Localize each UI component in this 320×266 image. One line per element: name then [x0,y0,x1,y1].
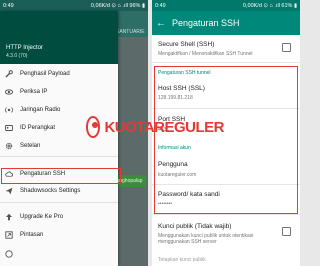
app-tab[interactable]: SANTUARIE [116,29,145,35]
highlight-box [154,66,298,214]
drawer-item-penghasil-payload[interactable]: Penghasil Payload [0,67,118,81]
info-icon [5,250,13,258]
drawer-item-label: Jaringan Radio [20,107,61,113]
drawer-item-id-perangkat[interactable]: ID Perangkat [0,121,118,135]
drawer-item-label: Periksa IP [20,89,48,95]
secure-shell-title: Secure Shell (SSH) [158,41,215,48]
drawer-item-label: Upgrade Ke Pro [20,214,64,220]
app-version: 4.3.0 (70) [6,53,28,59]
drawer-item-setelan[interactable]: Setelan [0,139,118,153]
drawer-item-pintasan[interactable]: Pintasan [0,228,118,242]
back-arrow-icon[interactable]: ← [156,18,168,29]
id-card-icon [5,124,13,132]
drawer-header: HTTP Injector 4.3.0 (70) [0,11,118,64]
secure-shell-checkbox[interactable] [282,43,291,52]
highlight-box [1,168,121,184]
drawer-item-shadowsocks-settings[interactable]: Shadowsocks Settings [0,184,118,198]
drawer-item-periksa-ip[interactable]: Periksa IP [0,85,118,99]
drawer-item-label: Penghasil Payload [20,71,70,77]
divider [152,214,300,215]
radio-icon [5,106,13,114]
toolbar: ← Pengaturan SSH [152,11,300,35]
wrench-icon [5,70,13,78]
public-key-subtitle: Menggunakan kunci publik untuk otentikas… [158,233,254,245]
shortcut-icon [5,231,13,239]
divider [0,156,118,157]
drawer-item-label: ID Perangkat [20,125,56,131]
status-info: 0,00K/d ⊙ ⌂ .ıll 61% ▮ [242,2,297,9]
drawer-item-label: Pintasan [20,232,44,238]
gear-icon [5,142,13,150]
status-bar: 0:49 0,00K/d ⊙ ⌂ .ıll 61% ▮ [152,0,300,11]
secure-shell-subtitle: Mengaktifkan / Menonaktifkan SSH Tunnel [158,51,253,57]
navigation-drawer: HTTP Injector 4.3.0 (70) Penghasil Paylo… [0,11,118,266]
drawer-item-label: Shadowsocks Settings [20,188,81,194]
drawer-item-label: Setelan [20,143,41,149]
public-key-title: Kunci publik (Tidak wajib) [158,223,232,230]
status-time: 0:49 [3,2,14,9]
divider [152,62,300,63]
public-key-footer[interactable]: Tetapkan kunci publik [158,257,206,263]
app-name: HTTP Injector [6,45,43,51]
left-screenshot: 0:49 0,06K/d ⊙ ⌂ .ıll 96% ▮ SANTUARIE tr… [0,0,148,266]
drawer-item-jaringan-radio[interactable]: Jaringan Radio [0,103,118,117]
eye-icon [5,88,13,96]
status-info: 0,06K/d ⊙ ⌂ .ıll 96% ▮ [90,2,145,9]
divider [0,202,118,203]
paper-plane-icon [5,187,13,195]
drawer-item-partial[interactable] [0,247,118,261]
page-title: Pengaturan SSH [172,18,240,28]
public-key-checkbox[interactable] [282,227,291,236]
right-screenshot: 0:49 0,00K/d ⊙ ⌂ .ıll 61% ▮ ← Pengaturan… [152,0,300,266]
upgrade-icon [5,213,13,221]
status-bar: 0:49 0,06K/d ⊙ ⌂ .ıll 96% ▮ [0,0,148,11]
drawer-item-upgrade-ke-pro[interactable]: Upgrade Ke Pro [0,210,118,224]
status-time: 0:49 [155,2,166,9]
